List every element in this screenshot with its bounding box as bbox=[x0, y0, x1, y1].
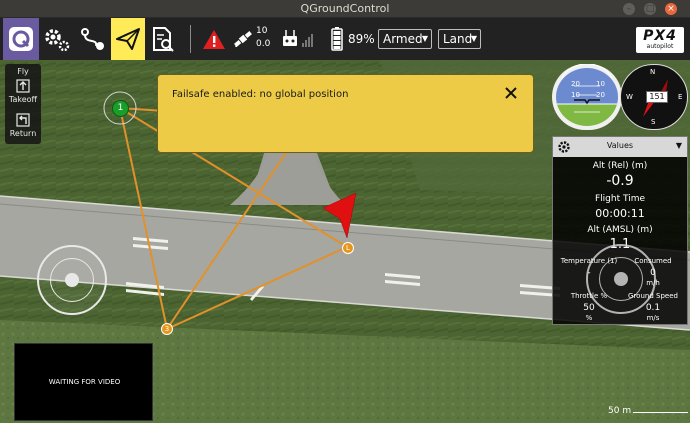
gps-satellite-count: 10 bbox=[256, 26, 268, 36]
px4-logo-subtext: autopilot bbox=[646, 43, 674, 50]
title-bar: QGroundControl – □ × bbox=[0, 0, 690, 18]
px4-logo: PX4 autopilot bbox=[636, 27, 684, 53]
qgc-logo-icon bbox=[9, 27, 33, 51]
map-scale: 50 m bbox=[608, 406, 631, 416]
flight-mode-dropdown-value: Land bbox=[443, 32, 473, 46]
throttle-unit: % bbox=[585, 314, 593, 322]
gps-indicator[interactable] bbox=[232, 18, 254, 60]
pitch-label-left-upper: 20 bbox=[571, 80, 580, 88]
close-window-button[interactable]: × bbox=[665, 3, 677, 15]
flight-time-label: Flight Time bbox=[594, 194, 645, 204]
armed-dropdown[interactable]: Armed ▼ bbox=[378, 29, 432, 49]
throttle-label: Throttle % bbox=[570, 292, 608, 300]
pitch-label-left-lower: 10 bbox=[571, 91, 580, 99]
return-button[interactable]: Return bbox=[5, 113, 41, 138]
maximize-button[interactable]: □ bbox=[644, 3, 656, 15]
qgc-menu-button[interactable] bbox=[3, 18, 39, 60]
takeoff-button[interactable]: Takeoff bbox=[5, 79, 41, 104]
waypoint-1[interactable]: 1 bbox=[112, 100, 129, 117]
armed-dropdown-value: Armed bbox=[383, 32, 423, 46]
video-window[interactable]: WAITING FOR VIDEO bbox=[14, 343, 153, 421]
paper-plane-icon bbox=[116, 28, 140, 50]
px4-logo-text: PX4 bbox=[643, 28, 677, 44]
map-scale-bar bbox=[633, 412, 688, 413]
battery-percent: 89% bbox=[348, 32, 375, 46]
pitch-label-right-upper: 10 bbox=[596, 80, 605, 88]
flight-mode-dropdown[interactable]: Land ▼ bbox=[438, 29, 481, 49]
ground-speed-value: 0.1 bbox=[645, 303, 661, 313]
waypoint-3[interactable]: 3 bbox=[161, 323, 173, 335]
failsafe-banner: Failsafe enabled: no global position bbox=[157, 74, 534, 153]
battery-icon bbox=[331, 27, 343, 51]
plan-route-icon bbox=[81, 28, 104, 50]
alt-rel-value: -0.9 bbox=[606, 173, 634, 189]
left-thumbstick[interactable] bbox=[37, 245, 107, 315]
chevron-down-icon: ▼ bbox=[421, 34, 428, 43]
rc-rssi-indicator[interactable] bbox=[281, 18, 315, 60]
window-title: QGroundControl bbox=[300, 2, 390, 15]
compass-heading: 151 bbox=[646, 91, 668, 103]
takeoff-arrow-icon bbox=[16, 79, 30, 93]
failsafe-message: Failsafe enabled: no global position bbox=[172, 89, 349, 100]
map-scale-label: 50 m bbox=[608, 406, 632, 416]
ground-speed-label: Ground Speed bbox=[628, 292, 678, 300]
flight-time-value: 00:00:11 bbox=[595, 207, 645, 220]
satellite-icon bbox=[234, 31, 252, 48]
attitude-indicator: 20 10 10 20 bbox=[552, 63, 622, 130]
alt-amsl-label: Alt (AMSL) (m) bbox=[587, 225, 653, 235]
gps-hdop: 0.0 bbox=[256, 39, 271, 49]
values-header[interactable]: Values ▼ bbox=[553, 137, 687, 157]
waypoint-land[interactable]: L bbox=[342, 242, 354, 254]
throttle-value: 50 bbox=[583, 303, 595, 313]
alt-rel-label: Alt (Rel) (m) bbox=[592, 161, 648, 171]
gears-icon bbox=[45, 29, 70, 52]
chevron-down-icon[interactable]: ▼ bbox=[676, 141, 682, 150]
video-status: WAITING FOR VIDEO bbox=[48, 378, 121, 386]
temperature-value: - bbox=[587, 268, 591, 278]
fly-view-button[interactable] bbox=[111, 18, 145, 60]
fly-tool-panel: Fly Takeoff Return bbox=[5, 64, 41, 144]
pitch-label-right-lower: 20 bbox=[596, 91, 605, 99]
plan-view-button[interactable] bbox=[76, 18, 110, 60]
messages-indicator[interactable] bbox=[200, 18, 228, 60]
analyze-document-icon bbox=[153, 27, 174, 52]
values-panel: Values ▼ Alt (Rel) (m) -0.9 Flight Time … bbox=[552, 136, 688, 325]
return-label: Return bbox=[9, 129, 37, 138]
minimize-button[interactable]: – bbox=[623, 3, 635, 15]
consumed-value: 0 bbox=[650, 268, 656, 278]
temperature-label: Temperature (1) bbox=[560, 257, 618, 265]
values-header-label: Values bbox=[606, 141, 634, 150]
toolbar-separator bbox=[190, 25, 191, 53]
ground-speed-unit: m/s bbox=[646, 314, 660, 322]
takeoff-label: Takeoff bbox=[8, 95, 38, 104]
settings-view-button[interactable] bbox=[40, 18, 74, 60]
battery-indicator[interactable] bbox=[329, 18, 345, 60]
fly-panel-title: Fly bbox=[17, 67, 29, 76]
qgc-window: QGroundControl – □ × 10 0.0 89% Armed ▼ … bbox=[0, 0, 690, 423]
consumed-unit: m/h bbox=[646, 279, 660, 287]
main-toolbar: 10 0.0 89% Armed ▼ Land ▼ PX4 autopilot bbox=[0, 18, 690, 60]
warning-triangle-icon bbox=[203, 30, 225, 49]
close-icon[interactable] bbox=[503, 85, 519, 101]
rc-transmitter-icon bbox=[283, 30, 313, 47]
thumbstick-knob[interactable] bbox=[65, 273, 79, 287]
chevron-down-icon: ▼ bbox=[470, 34, 477, 43]
compass-indicator: N E S W 151 bbox=[620, 64, 688, 130]
consumed-label: Consumed bbox=[634, 257, 672, 265]
return-arrow-icon bbox=[16, 113, 30, 127]
analyze-view-button[interactable] bbox=[147, 18, 179, 60]
